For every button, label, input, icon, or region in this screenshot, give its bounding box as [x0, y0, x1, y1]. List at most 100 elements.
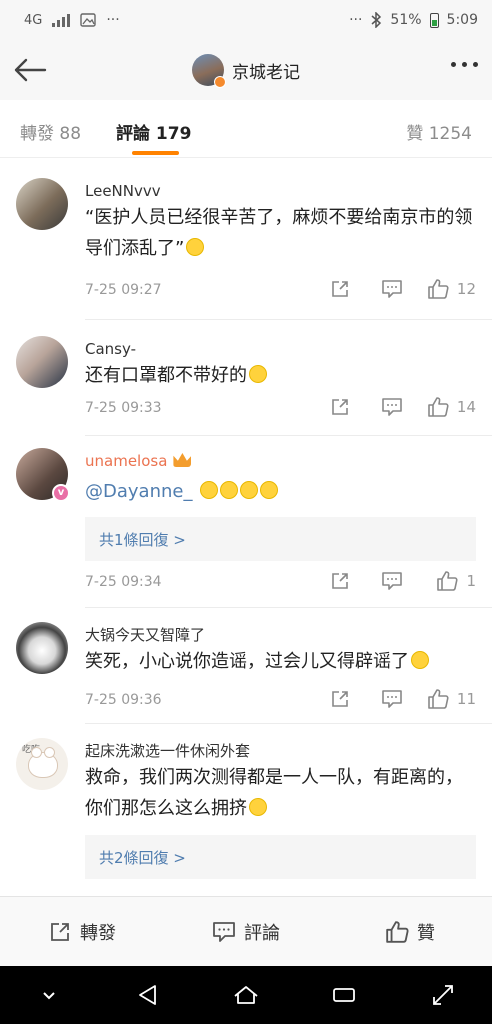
- system-recents-button[interactable]: [314, 966, 374, 1024]
- like-count: 12: [456, 280, 476, 298]
- thumbs-up-icon: [437, 571, 459, 591]
- verified-badge: [214, 76, 226, 88]
- back-triangle-icon: [138, 985, 156, 1005]
- share-button[interactable]: [314, 397, 366, 417]
- replies-label: 共1條回復 >: [99, 531, 186, 549]
- avatar[interactable]: 吃吃: [16, 738, 68, 790]
- clock: 5:09: [446, 12, 478, 28]
- like-button[interactable]: 1: [418, 570, 476, 592]
- comment-text: 还有口罩都不带好的: [85, 360, 477, 391]
- tab-reposts[interactable]: 轉發 88: [20, 119, 81, 144]
- tab-likes-count: 1254: [428, 124, 472, 144]
- like-post-button[interactable]: 贊: [328, 897, 492, 966]
- home-icon: [234, 986, 258, 1004]
- repost-button[interactable]: 轉發: [0, 897, 164, 966]
- tab-bar: 轉發 88 評論 179 贊 1254: [0, 100, 492, 158]
- replies-link[interactable]: 共1條回復 >: [85, 517, 476, 561]
- bluetooth-icon: [371, 12, 382, 28]
- back-arrow-icon: [14, 58, 47, 82]
- comment-icon: [382, 690, 402, 708]
- avatar[interactable]: [16, 336, 68, 388]
- comment-item: Cansy- 还有口罩都不带好的 7-25 09:33 14: [0, 320, 492, 436]
- comment-item: 大锅今天又智障了 笑死，小心说你造谣，过会儿又得辟谣了 7-25 09:36 1…: [0, 608, 492, 724]
- repost-label: 轉發: [80, 922, 116, 944]
- emoji-icon: [411, 651, 429, 669]
- share-button[interactable]: [314, 279, 366, 299]
- expand-icon: [432, 985, 453, 1005]
- emoji-icon: [220, 481, 239, 499]
- action-toolbar: 轉發 評論 贊: [0, 896, 492, 966]
- emoji-icon: [260, 481, 279, 499]
- emoji-icon: [240, 481, 259, 499]
- comment-time: 7-25 09:33: [85, 400, 162, 416]
- like-button[interactable]: 12: [418, 278, 476, 300]
- replies-label: 共2條回復 >: [99, 849, 186, 867]
- account-header[interactable]: 京城老记: [192, 54, 300, 88]
- reply-button[interactable]: [366, 689, 418, 709]
- tab-reposts-count: 88: [59, 124, 82, 144]
- comment-author[interactable]: LeeNNvvv: [85, 182, 161, 200]
- recents-icon: [333, 988, 356, 1002]
- system-home-button[interactable]: [216, 966, 276, 1024]
- avatar[interactable]: [16, 622, 68, 674]
- comment-icon: [382, 280, 402, 298]
- thumbs-up-icon: [428, 689, 449, 709]
- more-status: ···: [349, 12, 363, 28]
- comment-author[interactable]: 起床洗漱选一件休闲外套: [85, 740, 250, 761]
- crown-icon: [173, 453, 192, 467]
- page-title: 京城老记: [232, 62, 300, 83]
- like-count: 11: [456, 690, 476, 708]
- like-label: 贊: [417, 922, 435, 944]
- comment-icon: [382, 398, 402, 416]
- back-button[interactable]: [0, 40, 60, 100]
- comment-actions: 14: [314, 396, 476, 418]
- comment-button[interactable]: 評論: [164, 897, 328, 966]
- bear-illustration: [28, 747, 58, 778]
- thumbs-up-icon: [428, 279, 449, 299]
- image-notification-icon: [80, 13, 97, 27]
- comment-author[interactable]: unamelosa: [85, 452, 192, 470]
- replies-link[interactable]: 共2條回復 >: [85, 835, 476, 879]
- comment-icon: [213, 921, 235, 942]
- emoji-icon: [249, 798, 267, 816]
- share-icon: [332, 573, 348, 589]
- hide-nav-button[interactable]: [19, 966, 79, 1024]
- comment-list[interactable]: LeeNNvvv “医护人员已经很辛苦了，麻烦不要给南京市的领导们添乱了” 7-…: [0, 160, 492, 896]
- vip-badge: v: [52, 484, 70, 502]
- share-icon: [332, 399, 348, 415]
- comment-time: 7-25 09:34: [85, 574, 162, 590]
- comment-author[interactable]: 大锅今天又智障了: [85, 624, 205, 645]
- system-back-button[interactable]: [118, 966, 178, 1024]
- share-button[interactable]: [314, 689, 366, 709]
- system-expand-button[interactable]: [413, 966, 473, 1024]
- more-dots-icon[interactable]: [451, 62, 478, 67]
- tab-comments-label: 評論: [116, 124, 150, 144]
- comment-item: LeeNNvvv “医护人员已经很辛苦了，麻烦不要给南京市的领导们添乱了” 7-…: [0, 160, 492, 320]
- emoji-icon: [200, 481, 219, 499]
- reply-button[interactable]: [366, 397, 418, 417]
- emoji-icon: [186, 238, 205, 256]
- avatar[interactable]: v: [16, 448, 70, 502]
- like-button[interactable]: 11: [418, 688, 476, 710]
- comment-author[interactable]: Cansy-: [85, 340, 136, 358]
- system-nav-bar: [0, 966, 492, 1024]
- like-button[interactable]: 14: [418, 396, 476, 418]
- comment-actions: 12: [314, 278, 476, 300]
- tab-comments[interactable]: 評論 179: [116, 119, 191, 144]
- avatar[interactable]: [16, 178, 68, 230]
- chevron-down-icon: [43, 992, 55, 1000]
- share-button[interactable]: [314, 571, 366, 591]
- like-count: 1: [466, 572, 476, 590]
- network-type: 4G: [24, 12, 43, 28]
- comment-time: 7-25 09:27: [85, 282, 162, 298]
- reply-button[interactable]: [366, 279, 418, 299]
- tab-comments-count: 179: [155, 124, 192, 144]
- account-avatar[interactable]: [192, 54, 226, 88]
- mention-link[interactable]: @Dayanne_: [85, 481, 192, 502]
- more-notifications: ···: [106, 12, 120, 28]
- tab-likes[interactable]: 贊 1254: [406, 119, 472, 144]
- comment-actions: 11: [314, 688, 476, 710]
- comment-text: 救命，我们两次测得都是一人一队，有距离的，你们那怎么这么拥挤: [85, 767, 463, 819]
- reply-button[interactable]: [366, 571, 418, 591]
- status-bar: 4G ··· ··· 51% 5:09: [0, 0, 492, 40]
